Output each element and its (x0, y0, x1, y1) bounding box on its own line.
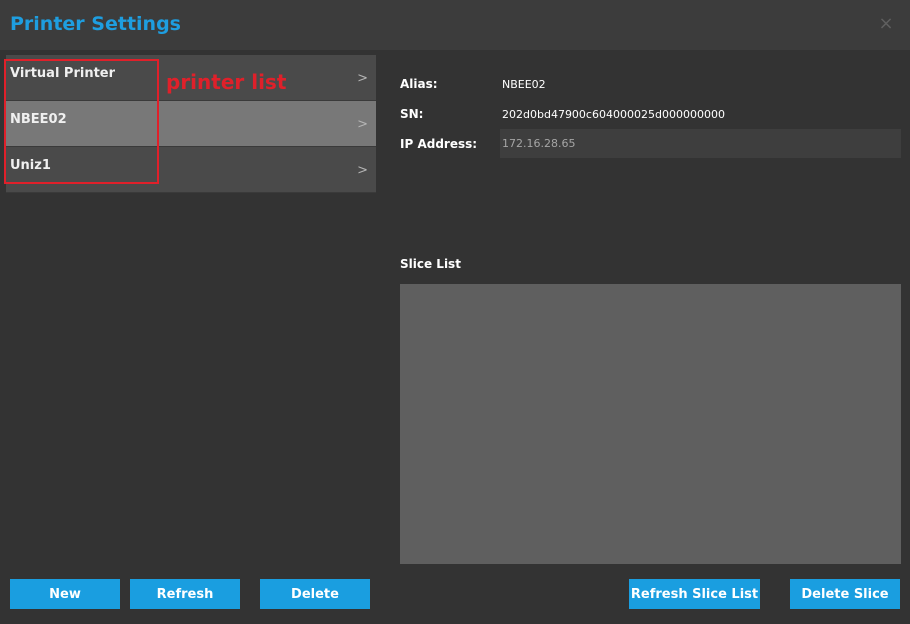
new-button[interactable]: New (10, 579, 120, 609)
ip-address-field[interactable] (500, 129, 901, 158)
delete-button[interactable]: Delete (260, 579, 370, 609)
chevron-right-icon: > (357, 117, 368, 132)
refresh-button[interactable]: Refresh (130, 579, 240, 609)
chevron-right-icon: > (357, 71, 368, 86)
slice-list[interactable] (400, 284, 901, 564)
title-bar: Printer Settings × (0, 0, 910, 50)
printer-item-label: Virtual Printer (10, 66, 116, 81)
alias-value: NBEE02 (502, 78, 546, 91)
alias-label: Alias: (400, 77, 438, 91)
printer-item-nbee02[interactable]: NBEE02 > (6, 101, 376, 147)
printer-item-uniz1[interactable]: Uniz1 > (6, 147, 376, 193)
ip-address-label: IP Address: (400, 137, 478, 151)
refresh-slice-list-button[interactable]: Refresh Slice List (629, 579, 760, 609)
printer-item-label: Uniz1 (10, 158, 51, 173)
slice-list-label: Slice List (400, 257, 461, 271)
printer-item-label: NBEE02 (10, 112, 67, 127)
window-title: Printer Settings (10, 13, 181, 35)
sn-value: 202d0bd47900c604000025d000000000 (502, 108, 725, 121)
sn-label: SN: (400, 107, 424, 121)
chevron-right-icon: > (357, 163, 368, 178)
annotation-label: printer list (166, 70, 287, 94)
close-icon[interactable]: × (876, 14, 896, 34)
delete-slice-button[interactable]: Delete Slice (790, 579, 900, 609)
